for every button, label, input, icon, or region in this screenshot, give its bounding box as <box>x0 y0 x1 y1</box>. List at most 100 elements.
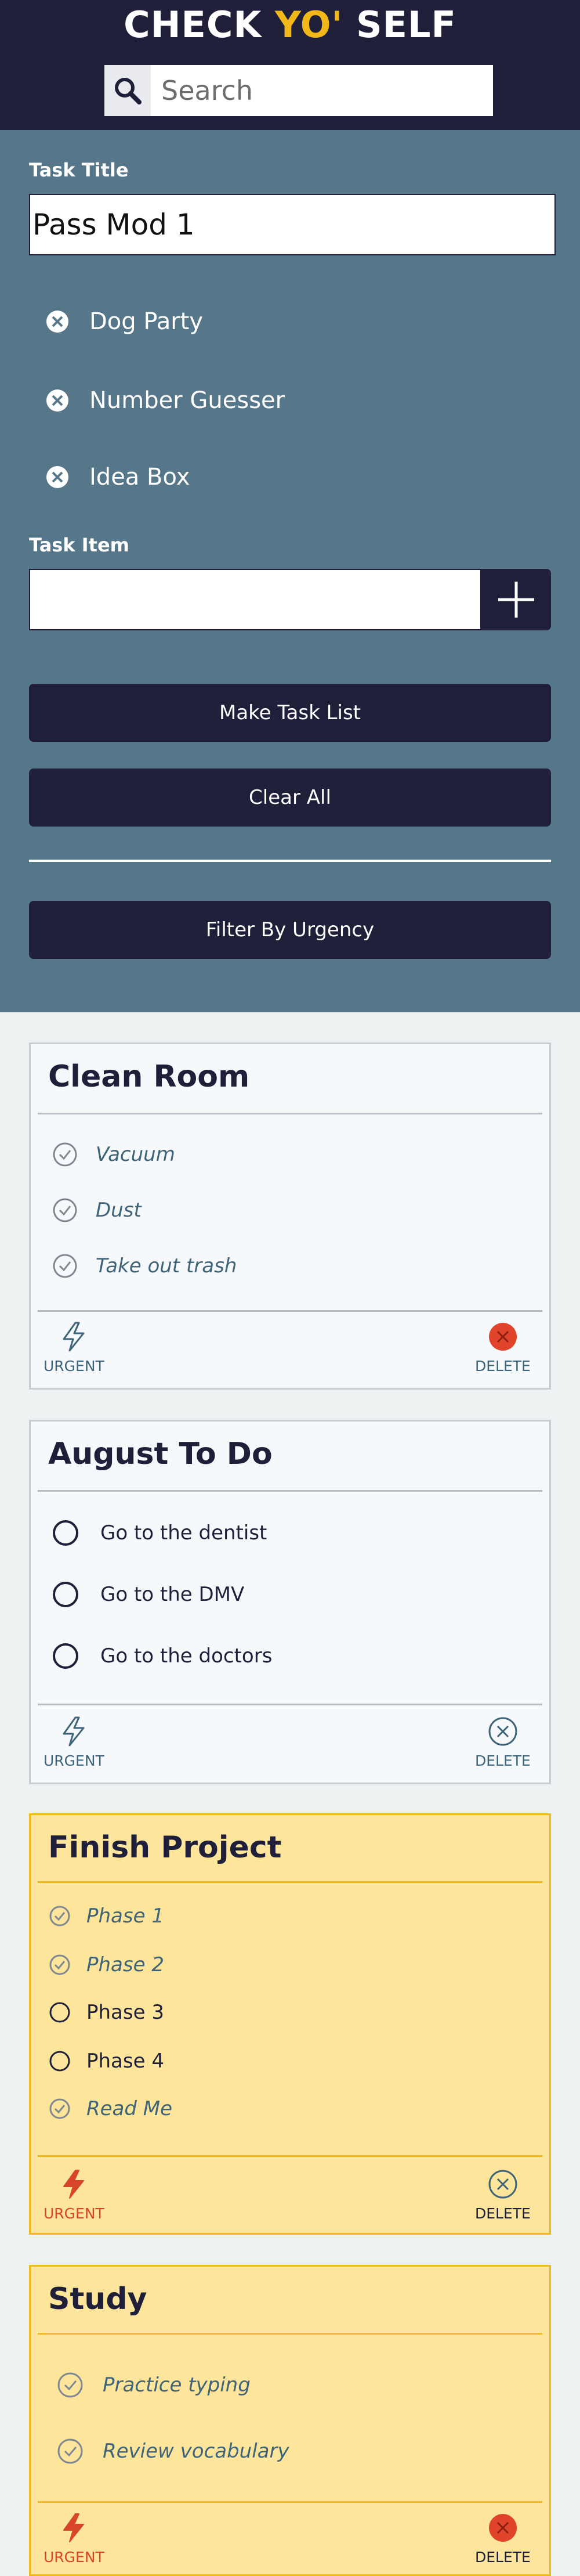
filter-urgency-button[interactable]: Filter By Urgency <box>29 901 551 959</box>
card-divider <box>38 1310 542 1312</box>
task-text: Review vocabulary <box>103 2440 289 2463</box>
task-item-input[interactable] <box>29 569 481 630</box>
urgent-label: URGENT <box>44 2549 104 2566</box>
task-text: Phase 1 <box>86 1904 164 1928</box>
task-card: August To Do Go to the dentist Go to the… <box>29 1420 551 1784</box>
task-item[interactable]: Go to the dentist <box>52 1516 267 1550</box>
remove-item-icon[interactable] <box>45 309 70 334</box>
task-text: Go to the doctors <box>100 1644 273 1668</box>
task-title-label: Task Title <box>29 159 129 181</box>
remove-item-icon[interactable] <box>45 465 70 489</box>
urgent-label: URGENT <box>44 1358 104 1374</box>
card-title: Clean Room <box>48 1059 250 1094</box>
task-text: Phase 2 <box>86 1953 164 1976</box>
search-bar <box>104 65 493 116</box>
task-form-panel: Task Title Dog Party Number Guesser Idea… <box>0 130 580 1012</box>
delete-label: DELETE <box>475 1752 531 1769</box>
draft-item: Idea Box <box>45 454 190 500</box>
card-divider <box>38 2155 542 2157</box>
task-item[interactable]: Phase 4 <box>48 2044 164 2079</box>
draft-item-label: Dog Party <box>89 308 204 335</box>
task-item[interactable]: Review vocabulary <box>56 2434 289 2469</box>
unchecked-icon <box>53 1520 78 1546</box>
task-title-input[interactable] <box>29 194 556 255</box>
card-divider <box>38 1490 542 1492</box>
unchecked-icon <box>53 1643 78 1669</box>
brand-yo: YO' <box>275 3 343 46</box>
task-card-urgent: Study Practice typing Review vocabulary … <box>29 2265 551 2576</box>
search-icon <box>115 78 142 104</box>
delete-icon <box>488 1323 517 1351</box>
task-item[interactable]: Phase 1 <box>48 1899 164 1933</box>
brand-self: SELF <box>356 3 456 46</box>
urgent-button[interactable]: URGENT <box>44 1716 104 1769</box>
search-input[interactable] <box>151 65 493 116</box>
lightning-icon <box>63 1716 85 1747</box>
lightning-icon <box>63 2170 85 2199</box>
unchecked-icon <box>49 2051 70 2072</box>
search-button[interactable] <box>104 65 151 116</box>
divider <box>29 860 551 862</box>
urgent-label: URGENT <box>44 2205 104 2222</box>
task-text: Go to the dentist <box>100 1521 267 1545</box>
task-item-row <box>29 569 551 630</box>
task-text: Go to the DMV <box>100 1583 245 1606</box>
clear-all-button[interactable]: Clear All <box>29 769 551 827</box>
task-item[interactable]: Phase 3 <box>48 1995 164 2030</box>
draft-item: Number Guesser <box>45 377 285 424</box>
delete-label: DELETE <box>475 2205 531 2222</box>
task-text: Dust <box>96 1199 142 1222</box>
task-item[interactable]: Read Me <box>48 2091 172 2126</box>
task-card-urgent: Finish Project Phase 1 Phase 2 Phase 3 P… <box>29 1813 551 2235</box>
task-card: Clean Room Vacuum Dust Take out trash UR… <box>29 1042 551 1390</box>
unchecked-icon <box>53 1582 78 1607</box>
checked-icon <box>57 2438 83 2464</box>
checked-icon <box>49 1906 70 1926</box>
card-title: Finish Project <box>48 1830 282 1865</box>
card-title: August To Do <box>48 1437 273 1471</box>
add-item-button[interactable] <box>481 569 551 630</box>
card-divider <box>38 1881 542 1883</box>
checked-icon <box>53 1198 77 1222</box>
plus-icon <box>498 582 534 618</box>
task-item[interactable]: Practice typing <box>56 2368 251 2402</box>
lightning-icon <box>63 2513 85 2542</box>
checked-icon <box>49 1954 70 1975</box>
delete-button[interactable]: DELETE <box>475 2513 531 2566</box>
task-text: Vacuum <box>96 1143 175 1166</box>
task-item[interactable]: Go to the doctors <box>52 1639 272 1673</box>
task-item[interactable]: Go to the DMV <box>52 1577 244 1612</box>
delete-button[interactable]: DELETE <box>475 1322 531 1374</box>
urgent-label: URGENT <box>44 1752 104 1769</box>
task-text: Phase 3 <box>86 2001 164 2024</box>
task-text: Take out trash <box>96 1254 237 1278</box>
remove-item-icon[interactable] <box>45 388 70 413</box>
task-item-label: Task Item <box>29 534 130 556</box>
checked-icon <box>49 2098 70 2119</box>
delete-label: DELETE <box>475 1358 531 1374</box>
urgent-button[interactable]: URGENT <box>44 1322 104 1374</box>
checked-icon <box>53 1254 77 1278</box>
task-text: Read Me <box>86 2097 173 2120</box>
delete-button[interactable]: DELETE <box>475 1716 531 1769</box>
delete-icon <box>488 2514 517 2542</box>
task-item[interactable]: Dust <box>52 1193 142 1228</box>
task-text: Practice typing <box>103 2373 251 2397</box>
checked-icon <box>53 1142 77 1167</box>
task-item[interactable]: Phase 2 <box>48 1947 164 1982</box>
urgent-button[interactable]: URGENT <box>44 2513 104 2566</box>
delete-icon <box>488 1717 517 1746</box>
make-task-list-button[interactable]: Make Task List <box>29 684 551 742</box>
draft-item-label: Idea Box <box>89 464 190 490</box>
task-text: Phase 4 <box>86 2050 164 2073</box>
card-divider <box>38 1113 542 1114</box>
task-item[interactable]: Take out trash <box>52 1249 237 1283</box>
task-item[interactable]: Vacuum <box>52 1137 175 1172</box>
app-logo: CHECK YO' SELF <box>0 3 580 46</box>
delete-icon <box>488 2170 517 2199</box>
brand-check: CHECK <box>124 3 262 46</box>
card-title: Study <box>48 2282 147 2317</box>
lightning-icon <box>63 1322 85 1352</box>
urgent-button[interactable]: URGENT <box>44 2169 104 2222</box>
delete-button[interactable]: DELETE <box>475 2169 531 2222</box>
